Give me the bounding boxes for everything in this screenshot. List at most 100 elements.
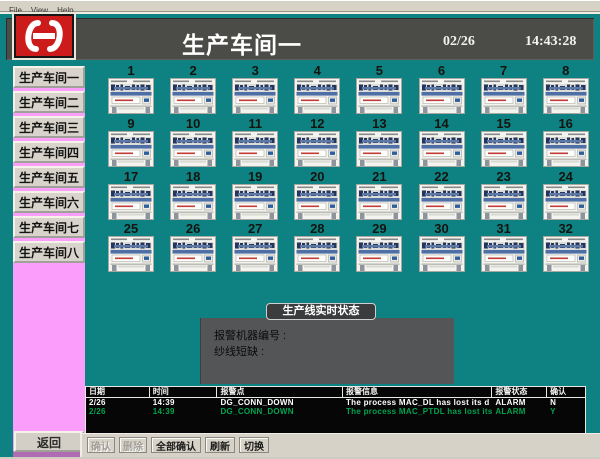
toolbar-button-3[interactable]: 全部确认 [151, 437, 201, 453]
knitting-machine-icon [356, 236, 402, 272]
machine-number: 1 [108, 64, 154, 78]
knitting-machine-icon [108, 131, 154, 167]
machine-19[interactable]: 19 [232, 170, 278, 225]
machine-24[interactable]: 24 [543, 170, 589, 225]
knitting-machine-icon [232, 236, 278, 272]
toolbar-button-2[interactable]: 删除 [119, 437, 147, 453]
sidebar-item-workshop-4[interactable]: 生产车间四 [13, 141, 85, 163]
alarm-cell: DG_CONN_DOWN [217, 407, 342, 416]
knitting-machine-icon [543, 78, 589, 114]
machine-number: 17 [108, 170, 154, 184]
machine-17[interactable]: 17 [108, 170, 154, 225]
app-window: FileViewHelp 生产车间一 02/26 14:43:28 生产车间一生… [0, 0, 600, 459]
alarm-cell: N [547, 398, 585, 407]
machine-6[interactable]: 6 [419, 64, 465, 119]
sidebar-item-workshop-5[interactable]: 生产车间五 [13, 166, 85, 188]
sidebar-item-workshop-1[interactable]: 生产车间一 [13, 66, 85, 88]
machine-number: 13 [356, 117, 402, 131]
machine-29[interactable]: 29 [356, 222, 402, 277]
machine-32[interactable]: 32 [543, 222, 589, 277]
sidebar-item-workshop-6[interactable]: 生产车间六 [13, 191, 85, 213]
machine-4[interactable]: 4 [294, 64, 340, 119]
knitting-machine-icon [294, 131, 340, 167]
knitting-machine-icon [294, 78, 340, 114]
machine-3[interactable]: 3 [232, 64, 278, 119]
knitting-machine-icon [481, 184, 527, 220]
machine-22[interactable]: 22 [419, 170, 465, 225]
machine-number: 3 [232, 64, 278, 78]
machine-2[interactable]: 2 [170, 64, 216, 119]
machine-number: 22 [419, 170, 465, 184]
machine-31[interactable]: 31 [481, 222, 527, 277]
knitting-machine-icon [481, 236, 527, 272]
menu-bar: FileViewHelp [0, 0, 600, 12]
machine-7[interactable]: 7 [481, 64, 527, 119]
knitting-machine-icon [170, 78, 216, 114]
page-title: 生产车间一 [182, 26, 302, 60]
machine-number: 26 [170, 222, 216, 236]
machine-10[interactable]: 10 [170, 117, 216, 172]
alarm-row[interactable]: 2/2614:39DG_CONN_DOWNThe process MAC_DL … [86, 398, 585, 407]
machine-12[interactable]: 12 [294, 117, 340, 172]
machine-30[interactable]: 30 [419, 222, 465, 277]
header-bar: 生产车间一 02/26 14:43:28 [6, 18, 594, 60]
machine-16[interactable]: 16 [543, 117, 589, 172]
machine-28[interactable]: 28 [294, 222, 340, 277]
back-button[interactable]: 返回 [14, 431, 84, 452]
machine-number: 15 [481, 117, 527, 131]
alarm-column-header: 报警状态 [492, 387, 547, 397]
machine-13[interactable]: 13 [356, 117, 402, 172]
machine-15[interactable]: 15 [481, 117, 527, 172]
toolbar-button-4[interactable]: 刷新 [205, 437, 235, 453]
knitting-machine-icon [108, 236, 154, 272]
status-panel-title: 生产线实时状态 [266, 303, 376, 320]
alarm-column-header: 报警信息 [343, 387, 492, 397]
status-panel: 报警机器编号 : 纱线短缺 : [200, 318, 454, 384]
machine-number: 6 [419, 64, 465, 78]
machine-20[interactable]: 20 [294, 170, 340, 225]
machine-9[interactable]: 9 [108, 117, 154, 172]
knitting-machine-icon [419, 78, 465, 114]
toolbar-button-1[interactable]: 确认 [87, 437, 115, 453]
alarm-cell: 14:39 [150, 407, 218, 416]
knitting-machine-icon [232, 78, 278, 114]
machine-8[interactable]: 8 [543, 64, 589, 119]
alarm-column-header: 日期 [86, 387, 150, 397]
sidebar-item-workshop-8[interactable]: 生产车间八 [13, 241, 85, 263]
machine-number: 9 [108, 117, 154, 131]
header-time: 14:43:28 [525, 34, 576, 50]
alarm-cell: The process MAC_PTDL has lost its .. [343, 407, 492, 416]
machine-11[interactable]: 11 [232, 117, 278, 172]
machine-number: 28 [294, 222, 340, 236]
machine-number: 11 [232, 117, 278, 131]
machine-18[interactable]: 18 [170, 170, 216, 225]
machine-number: 2 [170, 64, 216, 78]
machine-number: 14 [419, 117, 465, 131]
knitting-machine-icon [543, 236, 589, 272]
status-line-alarm-machine: 报警机器编号 : [214, 328, 454, 344]
knitting-machine-icon [170, 236, 216, 272]
knitting-machine-icon [232, 131, 278, 167]
machine-number: 16 [543, 117, 589, 131]
machine-14[interactable]: 14 [419, 117, 465, 172]
alarm-cell: DG_CONN_DOWN [217, 398, 342, 407]
machine-26[interactable]: 26 [170, 222, 216, 277]
main-area: 生产车间一 02/26 14:43:28 生产车间一生产车间二生产车间三生产车间… [0, 12, 600, 459]
alarm-column-header: 确认 [547, 387, 585, 397]
machine-number: 12 [294, 117, 340, 131]
sidebar-item-workshop-7[interactable]: 生产车间七 [13, 216, 85, 238]
machine-1[interactable]: 1 [108, 64, 154, 119]
machine-23[interactable]: 23 [481, 170, 527, 225]
machine-21[interactable]: 21 [356, 170, 402, 225]
machine-number: 4 [294, 64, 340, 78]
machine-27[interactable]: 27 [232, 222, 278, 277]
alarm-row[interactable]: 2/2614:39DG_CONN_DOWNThe process MAC_PTD… [86, 407, 585, 416]
alarm-column-header: 时间 [150, 387, 218, 397]
machine-number: 24 [543, 170, 589, 184]
machine-5[interactable]: 5 [356, 64, 402, 119]
alarm-cell: ALARM [492, 407, 547, 416]
machine-25[interactable]: 25 [108, 222, 154, 277]
sidebar-item-workshop-2[interactable]: 生产车间二 [13, 91, 85, 113]
sidebar-item-workshop-3[interactable]: 生产车间三 [13, 116, 85, 138]
toolbar-button-5[interactable]: 切换 [239, 437, 269, 453]
